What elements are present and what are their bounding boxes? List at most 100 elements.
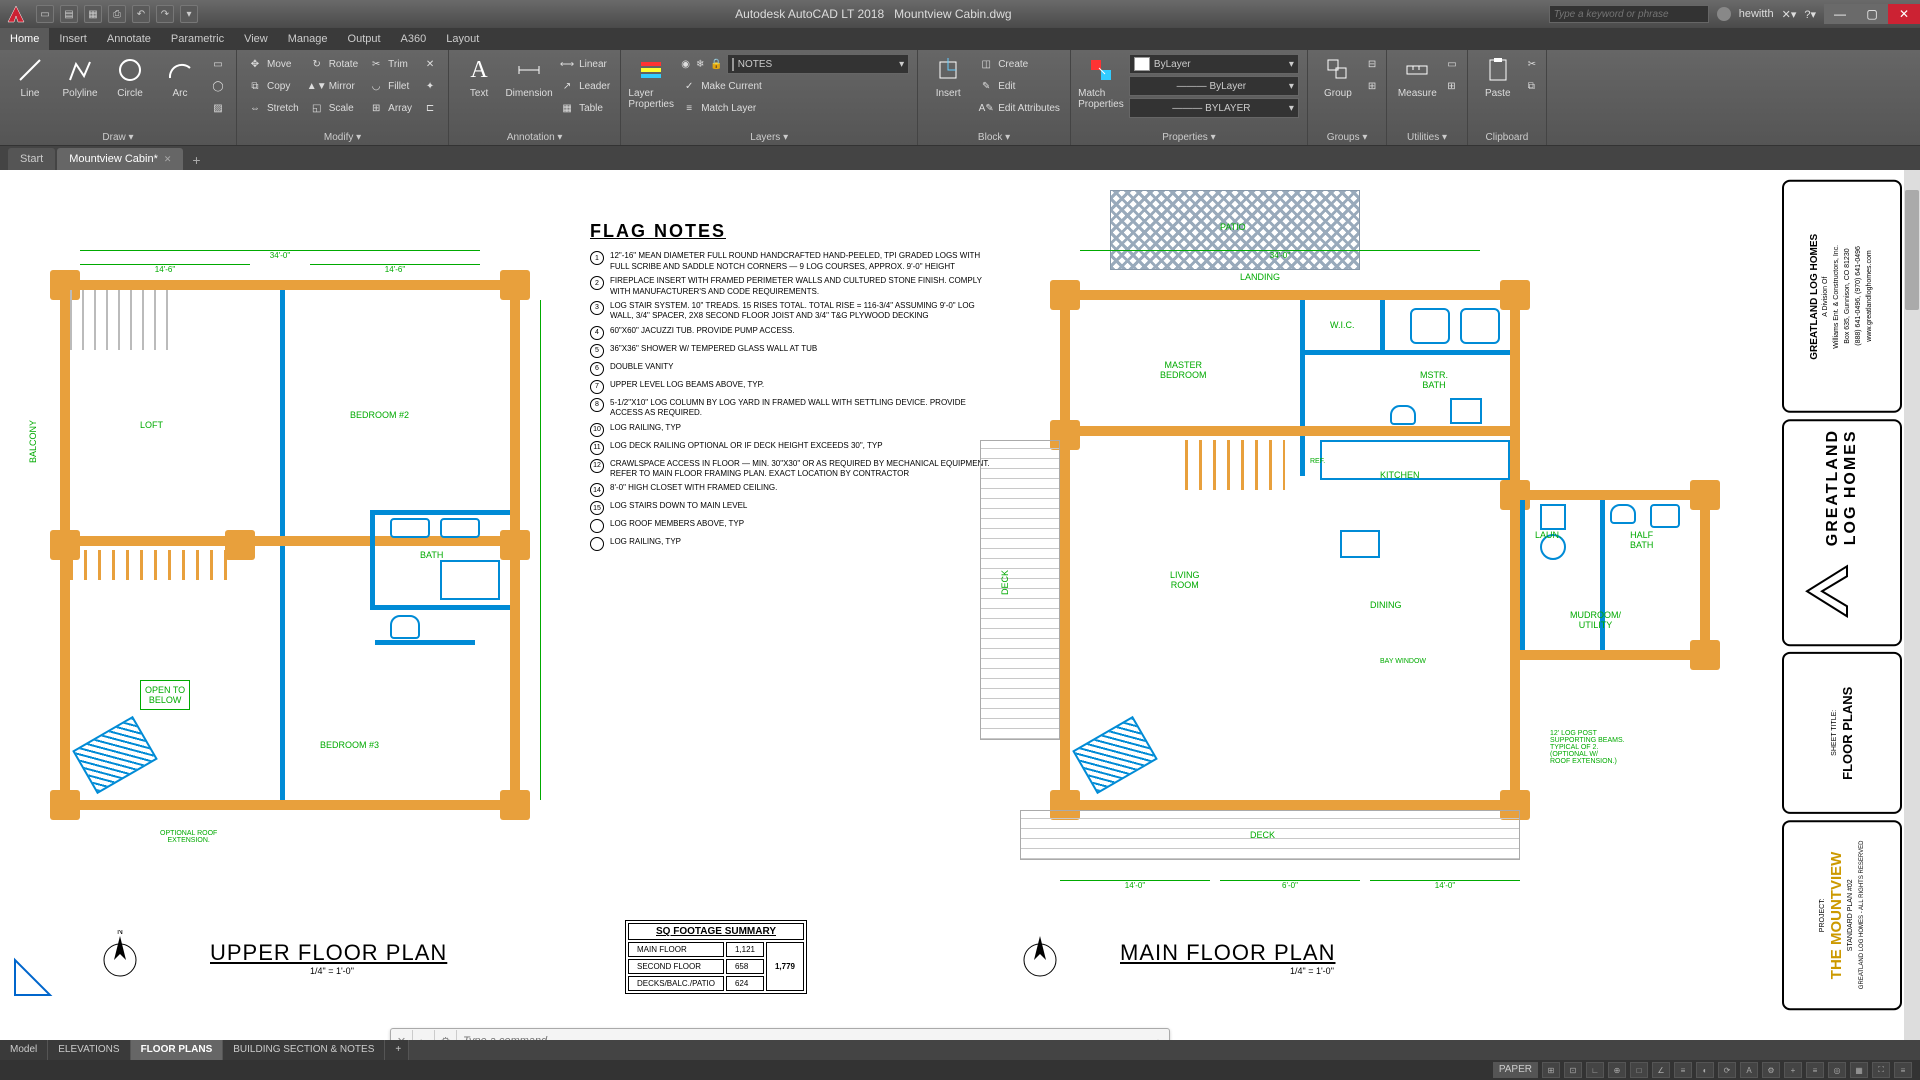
clipboard-copy-button[interactable]: ⧉ — [1526, 76, 1538, 96]
panel-groups-title[interactable]: Groups ▾ — [1316, 130, 1378, 145]
ungroup-button[interactable]: ⊟ — [1366, 54, 1378, 74]
qat-dropdown-icon[interactable]: ▾ — [180, 5, 198, 23]
ellipse-button[interactable]: ◯ — [208, 76, 228, 96]
panel-utilities-title[interactable]: Utilities ▾ — [1395, 130, 1458, 145]
status-osnap-icon[interactable]: □ — [1630, 1062, 1648, 1078]
status-customize-icon[interactable]: ≡ — [1894, 1062, 1912, 1078]
layer-dropdown[interactable]: NOTES▾ — [727, 54, 909, 74]
explode-button[interactable]: ✦ — [420, 76, 440, 96]
array-button[interactable]: ⊞Array — [366, 98, 414, 118]
user-account[interactable]: hewitth ✕▾ ?▾ — [1717, 7, 1816, 21]
paste-button[interactable]: Paste — [1476, 54, 1520, 99]
status-snap-icon[interactable]: ⊡ — [1564, 1062, 1582, 1078]
layer-off-icon[interactable]: ◉ — [679, 54, 692, 74]
circle-button[interactable]: Circle — [108, 54, 152, 99]
measure-button[interactable]: Measure — [1395, 54, 1439, 99]
close-button[interactable]: ✕ — [1888, 4, 1920, 24]
layer-lock-icon[interactable]: 🔒 — [708, 54, 724, 74]
insert-button[interactable]: Insert — [926, 54, 970, 99]
status-space[interactable]: PAPER — [1493, 1062, 1538, 1078]
tab-parametric[interactable]: Parametric — [161, 28, 234, 50]
rotate-button[interactable]: ↻Rotate — [307, 54, 360, 74]
status-grid-icon[interactable]: ⊞ — [1542, 1062, 1560, 1078]
status-hardware-icon[interactable]: ▦ — [1850, 1062, 1868, 1078]
tab-insert[interactable]: Insert — [49, 28, 97, 50]
status-ortho-icon[interactable]: ∟ — [1586, 1062, 1604, 1078]
status-units-icon[interactable]: ≡ — [1806, 1062, 1824, 1078]
panel-clipboard-title[interactable]: Clipboard — [1476, 130, 1538, 145]
rectangle-button[interactable]: ▭ — [208, 54, 228, 74]
layer-freeze-icon[interactable]: ❄ — [694, 54, 706, 74]
qat-save-icon[interactable]: ▦ — [84, 5, 102, 23]
tab-home[interactable]: Home — [0, 28, 49, 50]
dimension-button[interactable]: Dimension — [507, 54, 551, 99]
status-workspace-icon[interactable]: ⚙ — [1762, 1062, 1780, 1078]
panel-draw-title[interactable]: Draw ▾ — [8, 130, 228, 145]
select-button[interactable]: ▭ — [1445, 54, 1458, 74]
qat-open-icon[interactable]: ▤ — [60, 5, 78, 23]
copy-button[interactable]: ⧉Copy — [245, 76, 301, 96]
group-edit-button[interactable]: ⊞ — [1366, 76, 1378, 96]
app-logo-icon[interactable] — [0, 0, 32, 28]
status-lwt-icon[interactable]: ≡ — [1674, 1062, 1692, 1078]
group-button[interactable]: Group — [1316, 54, 1360, 99]
linetype-dropdown[interactable]: ——— BYLAYER▾ — [1129, 98, 1299, 118]
match-layer-button[interactable]: ≡Match Layer — [679, 98, 909, 118]
match-properties-button[interactable]: Match Properties — [1079, 54, 1123, 110]
status-otrack-icon[interactable]: ∠ — [1652, 1062, 1670, 1078]
status-isolate-icon[interactable]: ◎ — [1828, 1062, 1846, 1078]
minimize-button[interactable]: — — [1824, 4, 1856, 24]
polyline-button[interactable]: Polyline — [58, 54, 102, 99]
tab-manage[interactable]: Manage — [278, 28, 338, 50]
exchange-icon[interactable]: ✕▾ — [1782, 8, 1797, 21]
mirror-button[interactable]: ▲▼Mirror — [307, 76, 360, 96]
help-icon[interactable]: ?▾ — [1804, 8, 1816, 21]
table-button[interactable]: ▦Table — [557, 98, 612, 118]
tab-layout[interactable]: Layout — [436, 28, 489, 50]
layout-tab-floorplans[interactable]: FLOOR PLANS — [131, 1040, 224, 1060]
erase-button[interactable]: ✕ — [420, 54, 440, 74]
status-clean-icon[interactable]: ⛶ — [1872, 1062, 1890, 1078]
add-tab-button[interactable]: + — [185, 150, 207, 170]
status-transparency-icon[interactable]: ◐ — [1696, 1062, 1714, 1078]
qat-undo-icon[interactable]: ↶ — [132, 5, 150, 23]
edit-block-button[interactable]: ✎Edit — [976, 76, 1062, 96]
arc-button[interactable]: Arc — [158, 54, 202, 99]
stretch-button[interactable]: ⇔Stretch — [245, 98, 301, 118]
drawing-canvas[interactable]: LOFT BEDROOM #2 BEDROOM #3 BATH OPEN TO … — [0, 170, 1920, 1040]
edit-attributes-button[interactable]: A✎Edit Attributes — [976, 98, 1062, 118]
status-annomonitor-icon[interactable]: + — [1784, 1062, 1802, 1078]
help-search-input[interactable] — [1549, 5, 1709, 23]
maximize-button[interactable]: ▢ — [1856, 4, 1888, 24]
text-button[interactable]: AText — [457, 54, 501, 99]
move-button[interactable]: ✥Move — [245, 54, 301, 74]
status-cycling-icon[interactable]: ⟳ — [1718, 1062, 1736, 1078]
layout-tab-section[interactable]: BUILDING SECTION & NOTES — [223, 1040, 385, 1060]
qat-plot-icon[interactable]: ⎙ — [108, 5, 126, 23]
offset-button[interactable]: ⊏ — [420, 98, 440, 118]
layer-properties-button[interactable]: Layer Properties — [629, 54, 673, 110]
close-tab-icon[interactable]: ✕ — [164, 154, 172, 165]
tab-output[interactable]: Output — [338, 28, 391, 50]
panel-layers-title[interactable]: Layers ▾ — [629, 130, 909, 145]
panel-properties-title[interactable]: Properties ▾ — [1079, 130, 1299, 145]
hatch-button[interactable]: ▨ — [208, 98, 228, 118]
status-polar-icon[interactable]: ⊕ — [1608, 1062, 1626, 1078]
vertical-scrollbar[interactable] — [1904, 170, 1920, 1040]
color-dropdown[interactable]: ByLayer▾ — [1129, 54, 1299, 74]
panel-annotation-title[interactable]: Annotation ▾ — [457, 130, 612, 145]
make-current-button[interactable]: ✓Make Current — [679, 76, 909, 96]
filetab-current[interactable]: Mountview Cabin*✕ — [57, 148, 183, 170]
create-block-button[interactable]: ◫Create — [976, 54, 1062, 74]
tab-a360[interactable]: A360 — [391, 28, 437, 50]
qat-redo-icon[interactable]: ↷ — [156, 5, 174, 23]
tab-annotate[interactable]: Annotate — [97, 28, 161, 50]
lineweight-dropdown[interactable]: ——— ByLayer▾ — [1129, 76, 1299, 96]
panel-block-title[interactable]: Block ▾ — [926, 130, 1062, 145]
status-annoscale-icon[interactable]: A — [1740, 1062, 1758, 1078]
trim-button[interactable]: ✂Trim — [366, 54, 414, 74]
linear-button[interactable]: ⟷Linear — [557, 54, 612, 74]
panel-modify-title[interactable]: Modify ▾ — [245, 130, 440, 145]
tab-view[interactable]: View — [234, 28, 278, 50]
fillet-button[interactable]: ◡Fillet — [366, 76, 414, 96]
